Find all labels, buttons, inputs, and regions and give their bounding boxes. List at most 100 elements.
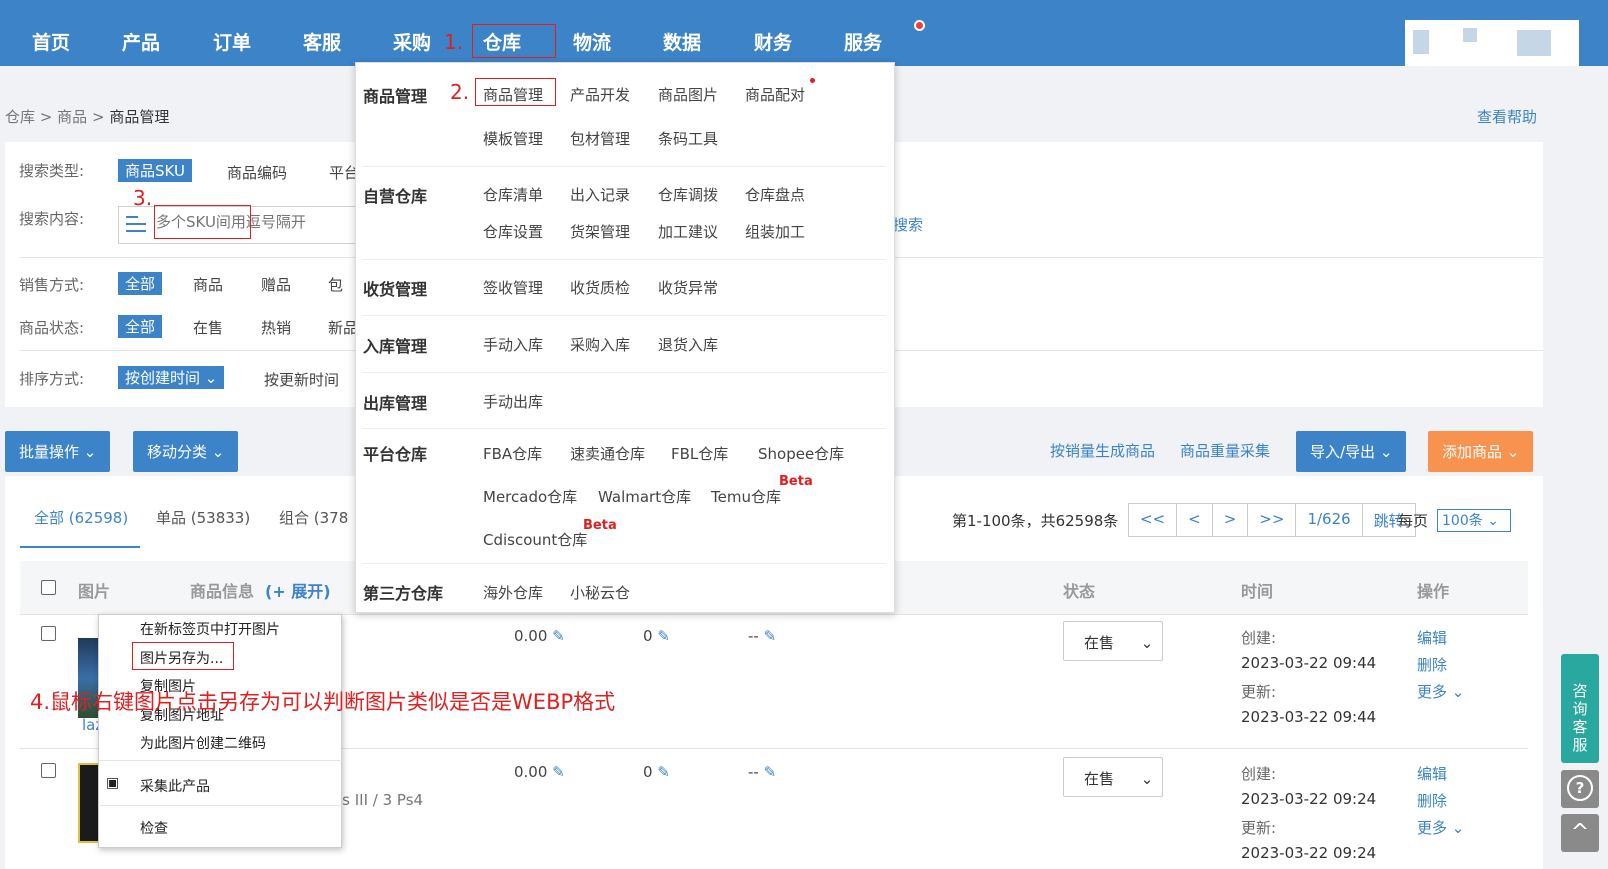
- edit-button[interactable]: 编辑: [1417, 763, 1447, 784]
- generate-by-sales-link[interactable]: 按销量生成商品: [1050, 440, 1155, 461]
- menu-item-cdiscount[interactable]: Cdiscount仓库: [483, 529, 587, 550]
- batch-operations-button[interactable]: 批量操作 ⌄: [5, 431, 111, 472]
- menu-item-product-pairing[interactable]: 商品配对: [745, 84, 805, 105]
- row-checkbox[interactable]: [41, 763, 56, 778]
- status-select[interactable]: 在售 ⌄: [1063, 757, 1163, 797]
- menu-item-warehouse-settings[interactable]: 仓库设置: [483, 221, 543, 242]
- per-page-select[interactable]: 100条 ⌄: [1437, 509, 1511, 532]
- edit-icon[interactable]: ✎: [764, 763, 777, 781]
- menu-item-product-images[interactable]: 商品图片: [658, 84, 718, 105]
- sale-all[interactable]: 全部: [118, 272, 163, 295]
- ctx-open-new-tab[interactable]: 在新标签页中打开图片: [140, 619, 280, 639]
- menu-item-manual-outbound[interactable]: 手动出库: [483, 391, 543, 412]
- edit-icon[interactable]: ✎: [764, 627, 777, 645]
- menu-item-receiving-exception[interactable]: 收货异常: [658, 277, 718, 298]
- edit-icon[interactable]: ✎: [552, 763, 565, 781]
- menu-item-fbl[interactable]: FBL仓库: [671, 443, 728, 464]
- menu-item-mercado[interactable]: Mercado仓库: [483, 486, 577, 507]
- ctx-create-qrcode[interactable]: 为此图片创建二维码: [140, 733, 266, 753]
- row-checkbox[interactable]: [41, 626, 56, 641]
- search-button[interactable]: 搜索: [893, 214, 923, 235]
- nav-finance[interactable]: 财务: [754, 28, 792, 55]
- import-export-button[interactable]: 导入/导出 ⌄: [1296, 431, 1407, 472]
- tab-combo[interactable]: 组合 (378: [279, 507, 348, 528]
- stock-value[interactable]: 0 ✎: [643, 763, 670, 781]
- breadcrumb-warehouse[interactable]: 仓库: [5, 108, 35, 126]
- pager-page[interactable]: 1/626: [1296, 504, 1363, 536]
- edit-icon[interactable]: ✎: [657, 627, 670, 645]
- sort-by-updated[interactable]: 按更新时间: [264, 369, 339, 390]
- sale-package[interactable]: 包: [328, 274, 343, 295]
- select-all-checkbox[interactable]: [41, 580, 56, 595]
- status-hot[interactable]: 热销: [261, 317, 291, 338]
- breadcrumb-products[interactable]: 商品: [57, 108, 87, 126]
- user-avatar-area[interactable]: [1405, 20, 1579, 66]
- nav-home[interactable]: 首页: [32, 28, 70, 55]
- menu-item-warehouse-transfer[interactable]: 仓库调拨: [658, 184, 718, 205]
- more-button[interactable]: 更多 ⌄: [1417, 681, 1464, 702]
- list-icon[interactable]: [126, 213, 146, 235]
- pager-next[interactable]: >: [1213, 504, 1249, 536]
- menu-item-assembly[interactable]: 组装加工: [745, 221, 805, 242]
- menu-item-template-mgmt[interactable]: 模板管理: [483, 128, 543, 149]
- delete-button[interactable]: 删除: [1417, 790, 1447, 811]
- status-new[interactable]: 新品: [328, 317, 358, 338]
- nav-customer-service[interactable]: 客服: [303, 28, 341, 55]
- price-value[interactable]: 0.00 ✎: [514, 627, 565, 645]
- tab-single[interactable]: 单品 (53833): [156, 507, 250, 528]
- menu-item-fba[interactable]: FBA仓库: [483, 443, 542, 464]
- menu-item-shopee[interactable]: Shopee仓库: [758, 443, 844, 464]
- menu-item-barcode-tool[interactable]: 条码工具: [658, 128, 718, 149]
- nav-data[interactable]: 数据: [663, 28, 701, 55]
- menu-item-xiaomi-cloud[interactable]: 小秘云仓: [570, 582, 630, 603]
- recollect-weight-link[interactable]: 商品重量采集: [1180, 440, 1270, 461]
- nav-services[interactable]: 服务: [844, 28, 882, 55]
- status-all[interactable]: 全部: [118, 315, 163, 338]
- edit-icon[interactable]: ✎: [657, 763, 670, 781]
- menu-item-warehouse-list[interactable]: 仓库清单: [483, 184, 543, 205]
- menu-item-sign-mgmt[interactable]: 签收管理: [483, 277, 543, 298]
- sale-product[interactable]: 商品: [193, 274, 223, 295]
- expand-link[interactable]: (+ 展开): [265, 578, 331, 602]
- stock-value[interactable]: 0 ✎: [643, 627, 670, 645]
- ctx-collect-product[interactable]: 采集此产品: [140, 776, 210, 796]
- menu-item-manual-inbound[interactable]: 手动入库: [483, 334, 543, 355]
- product-name-partial[interactable]: os III / 3 Ps4: [333, 791, 423, 809]
- edit-icon[interactable]: ✎: [552, 627, 565, 645]
- pager-last[interactable]: >>: [1248, 504, 1297, 536]
- more-button[interactable]: 更多 ⌄: [1417, 817, 1464, 838]
- extra-value[interactable]: -- ✎: [748, 763, 776, 781]
- search-type-code[interactable]: 商品编码: [227, 162, 287, 183]
- extra-value[interactable]: -- ✎: [748, 627, 776, 645]
- menu-item-temu[interactable]: Temu仓库: [711, 486, 781, 507]
- add-product-button[interactable]: 添加商品 ⌄: [1428, 431, 1534, 472]
- search-type-sku[interactable]: 商品SKU: [118, 159, 192, 182]
- menu-item-purchase-inbound[interactable]: 采购入库: [570, 334, 630, 355]
- menu-item-warehouse-inventory[interactable]: 仓库盘点: [745, 184, 805, 205]
- price-value[interactable]: 0.00 ✎: [514, 763, 565, 781]
- menu-item-return-inbound[interactable]: 退货入库: [658, 334, 718, 355]
- tab-all[interactable]: 全部 (62598): [34, 507, 128, 528]
- nav-products[interactable]: 产品: [122, 28, 160, 55]
- menu-item-receiving-qc[interactable]: 收货质检: [570, 277, 630, 298]
- move-category-button[interactable]: 移动分类 ⌄: [133, 431, 239, 472]
- edit-button[interactable]: 编辑: [1417, 627, 1447, 648]
- ctx-inspect[interactable]: 检查: [140, 818, 168, 838]
- consult-service-button[interactable]: 咨 询 客 服: [1561, 654, 1599, 763]
- sort-by-created[interactable]: 按创建时间 ⌄: [118, 366, 225, 389]
- delete-button[interactable]: 删除: [1417, 654, 1447, 675]
- nav-logistics[interactable]: 物流: [573, 28, 611, 55]
- pager-prev[interactable]: <: [1177, 504, 1213, 536]
- nav-purchase[interactable]: 采购: [393, 28, 431, 55]
- menu-item-shelf-mgmt[interactable]: 货架管理: [570, 221, 630, 242]
- back-to-top-button[interactable]: ^: [1561, 814, 1599, 852]
- menu-item-aliexpress[interactable]: 速卖通仓库: [570, 443, 645, 464]
- menu-item-in-out-records[interactable]: 出入记录: [570, 184, 630, 205]
- pager-first[interactable]: <<: [1129, 504, 1178, 536]
- status-on-sale[interactable]: 在售: [193, 317, 223, 338]
- menu-item-packaging-mgmt[interactable]: 包材管理: [570, 128, 630, 149]
- menu-item-overseas[interactable]: 海外仓库: [483, 582, 543, 603]
- menu-item-walmart[interactable]: Walmart仓库: [598, 486, 691, 507]
- sale-gift[interactable]: 赠品: [261, 274, 291, 295]
- menu-item-product-dev[interactable]: 产品开发: [570, 84, 630, 105]
